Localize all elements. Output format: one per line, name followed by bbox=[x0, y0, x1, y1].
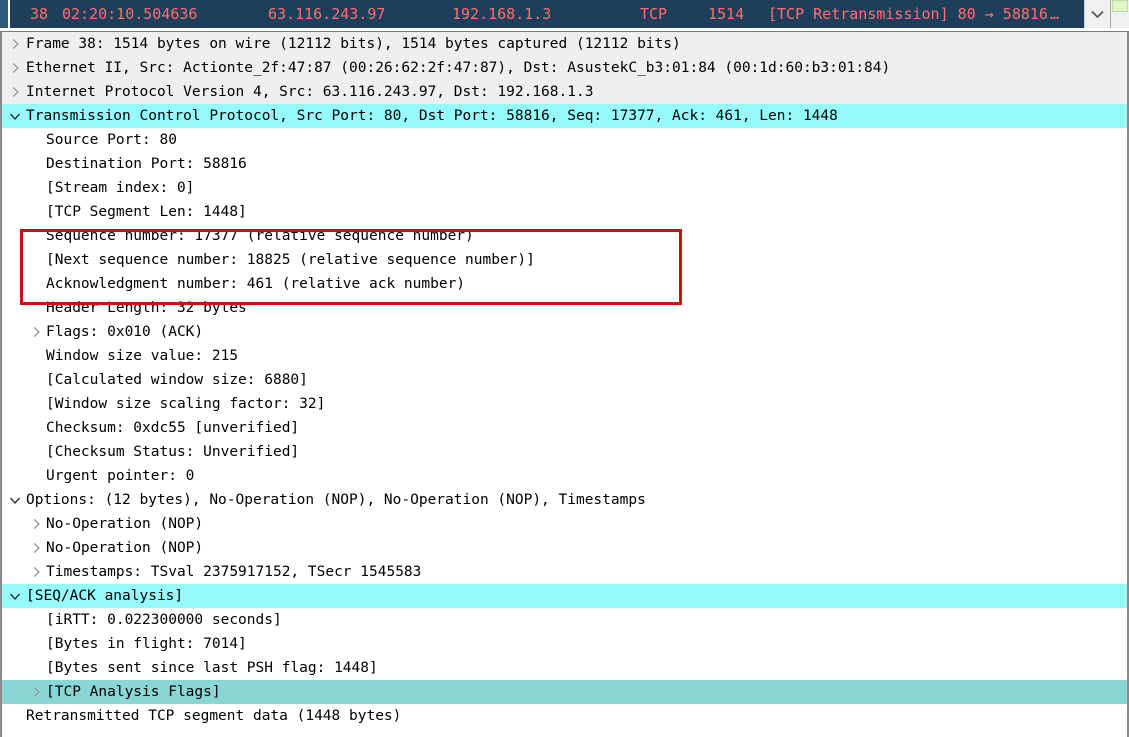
packet-info-ellipsis: … bbox=[1050, 5, 1060, 23]
packet-list-selected-row[interactable]: 38 02:20:10.504636 63.116.243.97 192.168… bbox=[0, 0, 1081, 28]
tree-row-urgent-pointer[interactable]: Urgent pointer: 0 bbox=[2, 464, 1127, 488]
tree-row-window-scaling-factor[interactable]: [Window size scaling factor: 32] bbox=[2, 392, 1127, 416]
tree-row-label: Ethernet II, Src: Actionte_2f:47:87 (00:… bbox=[26, 60, 891, 76]
tree-row-next-sequence-number[interactable]: [Next sequence number: 18825 (relative s… bbox=[2, 248, 1127, 272]
tree-row-label: Urgent pointer: 0 bbox=[46, 468, 195, 484]
tree-row-label: [Stream index: 0] bbox=[46, 180, 195, 196]
tree-row-label: Timestamps: TSval 2375917152, TSecr 1545… bbox=[46, 564, 422, 580]
tree-row-label: Source Port: 80 bbox=[46, 132, 177, 148]
tree-row-bytes-in-flight[interactable]: [Bytes in flight: 7014] bbox=[2, 632, 1127, 656]
chevron-right-icon[interactable] bbox=[29, 512, 43, 536]
tree-row-seq-ack-analysis[interactable]: [SEQ/ACK analysis] bbox=[2, 584, 1127, 608]
tree-row-options[interactable]: Options: (12 bytes), No-Operation (NOP),… bbox=[2, 488, 1127, 512]
packet-detail-panel[interactable]: Frame 38: 1514 bytes on wire (12112 bits… bbox=[0, 32, 1129, 737]
tree-row-label: Checksum: 0xdc55 [unverified] bbox=[46, 420, 300, 436]
chevron-down-icon[interactable] bbox=[8, 488, 22, 512]
tree-row-acknowledgment-number[interactable]: Acknowledgment number: 461 (relative ack… bbox=[2, 272, 1127, 296]
tree-row-sequence-number[interactable]: Sequence number: 17377 (relative sequenc… bbox=[2, 224, 1127, 248]
tree-row-flags[interactable]: Flags: 0x010 (ACK) bbox=[2, 320, 1127, 344]
tree-row-tcp-analysis-flags[interactable]: [TCP Analysis Flags] bbox=[2, 680, 1127, 704]
tree-row-stream-index[interactable]: [Stream index: 0] bbox=[2, 176, 1127, 200]
chevron-right-icon[interactable] bbox=[8, 32, 22, 56]
tree-row-label: Transmission Control Protocol, Src Port:… bbox=[26, 108, 838, 124]
tree-row-tcp[interactable]: Transmission Control Protocol, Src Port:… bbox=[2, 104, 1127, 128]
tree-row-label: Internet Protocol Version 4, Src: 63.116… bbox=[26, 84, 594, 100]
packet-protocol-cell: TCP bbox=[640, 5, 668, 23]
tree-row-header-length[interactable]: Header Length: 32 bytes bbox=[2, 296, 1127, 320]
chevron-right-icon[interactable] bbox=[8, 80, 22, 104]
chevron-down-icon[interactable] bbox=[8, 584, 22, 608]
packet-time-cell: 02:20:10.504636 bbox=[62, 5, 198, 23]
tree-row-bytes-since-psh[interactable]: [Bytes sent since last PSH flag: 1448] bbox=[2, 656, 1127, 680]
tree-row-label: No-Operation (NOP) bbox=[46, 516, 204, 532]
tree-row-window-size-value[interactable]: Window size value: 215 bbox=[2, 344, 1127, 368]
chevron-right-icon[interactable] bbox=[29, 320, 43, 344]
tree-row-label: [SEQ/ACK analysis] bbox=[26, 588, 184, 604]
packet-list-panel[interactable]: 38 02:20:10.504636 63.116.243.97 192.168… bbox=[0, 0, 1129, 28]
packet-info-cell: [TCP Retransmission] 80 → 58816 bbox=[768, 5, 1048, 23]
tree-row-ipv4[interactable]: Internet Protocol Version 4, Src: 63.116… bbox=[2, 80, 1127, 104]
tree-row-label: No-Operation (NOP) bbox=[46, 540, 204, 556]
packet-list-row-marker bbox=[0, 0, 10, 28]
tree-row-label: [Calculated window size: 6880] bbox=[46, 372, 308, 388]
packet-length-cell: 1514 bbox=[708, 5, 745, 23]
chevron-down-icon bbox=[1091, 10, 1104, 19]
tree-row-ethernet[interactable]: Ethernet II, Src: Actionte_2f:47:87 (00:… bbox=[2, 56, 1127, 80]
tree-row-label: Flags: 0x010 (ACK) bbox=[46, 324, 204, 340]
detail-tree[interactable]: Frame 38: 1514 bytes on wire (12112 bits… bbox=[2, 32, 1127, 728]
packet-list-scrollbar[interactable] bbox=[1110, 0, 1129, 28]
tree-row-checksum-status[interactable]: [Checksum Status: Unverified] bbox=[2, 440, 1127, 464]
packet-destination-cell: 192.168.1.3 bbox=[452, 5, 552, 23]
tree-row-label: Options: (12 bytes), No-Operation (NOP),… bbox=[26, 492, 646, 508]
tree-row-label: [Window size scaling factor: 32] bbox=[46, 396, 326, 412]
tree-row-timestamps[interactable]: Timestamps: TSval 2375917152, TSecr 1545… bbox=[2, 560, 1127, 584]
tree-row-label: Sequence number: 17377 (relative sequenc… bbox=[46, 228, 474, 244]
tree-row-irtt[interactable]: [iRTT: 0.022300000 seconds] bbox=[2, 608, 1127, 632]
tree-row-label: [Next sequence number: 18825 (relative s… bbox=[46, 252, 535, 268]
tree-row-label: [Bytes in flight: 7014] bbox=[46, 636, 247, 652]
scrollbar-thumb[interactable] bbox=[1112, 0, 1128, 12]
chevron-right-icon[interactable] bbox=[29, 560, 43, 584]
chevron-down-icon[interactable] bbox=[8, 104, 22, 128]
tree-row-source-port[interactable]: Source Port: 80 bbox=[2, 128, 1127, 152]
tree-row-checksum[interactable]: Checksum: 0xdc55 [unverified] bbox=[2, 416, 1127, 440]
tree-row-label: [iRTT: 0.022300000 seconds] bbox=[46, 612, 282, 628]
tree-row-label: Frame 38: 1514 bytes on wire (12112 bits… bbox=[26, 36, 681, 52]
tree-row-label: Header Length: 32 bytes bbox=[46, 300, 247, 316]
tree-row-label: [Bytes sent since last PSH flag: 1448] bbox=[46, 660, 378, 676]
tree-row-label: [TCP Analysis Flags] bbox=[46, 684, 221, 700]
tree-row-calculated-window-size[interactable]: [Calculated window size: 6880] bbox=[2, 368, 1127, 392]
packet-source-cell: 63.116.243.97 bbox=[268, 5, 386, 23]
chevron-right-icon[interactable] bbox=[29, 680, 43, 704]
tree-row-label: [Checksum Status: Unverified] bbox=[46, 444, 300, 460]
packet-no-cell: 38 bbox=[30, 5, 49, 23]
tree-row-label: Retransmitted TCP segment data (1448 byt… bbox=[26, 708, 402, 724]
tree-row-tcp-segment-len[interactable]: [TCP Segment Len: 1448] bbox=[2, 200, 1127, 224]
chevron-right-icon[interactable] bbox=[29, 536, 43, 560]
tree-row-label: Acknowledgment number: 461 (relative ack… bbox=[46, 276, 466, 292]
tree-row-frame[interactable]: Frame 38: 1514 bytes on wire (12112 bits… bbox=[2, 32, 1127, 56]
tree-row-nop-1[interactable]: No-Operation (NOP) bbox=[2, 512, 1127, 536]
chevron-right-icon[interactable] bbox=[8, 56, 22, 80]
scroll-down-button[interactable] bbox=[1084, 0, 1110, 28]
tree-row-label: Window size value: 215 bbox=[46, 348, 239, 364]
tree-row-label: [TCP Segment Len: 1448] bbox=[46, 204, 247, 220]
tree-row-nop-2[interactable]: No-Operation (NOP) bbox=[2, 536, 1127, 560]
tree-row-retransmitted-data[interactable]: Retransmitted TCP segment data (1448 byt… bbox=[2, 704, 1127, 728]
tree-row-destination-port[interactable]: Destination Port: 58816 bbox=[2, 152, 1127, 176]
tree-row-label: Destination Port: 58816 bbox=[46, 156, 247, 172]
